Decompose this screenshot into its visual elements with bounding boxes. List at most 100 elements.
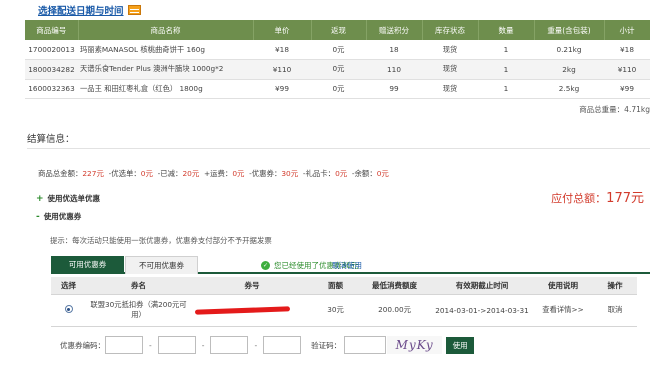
cell-sku: 1600032363 bbox=[25, 79, 78, 99]
cell-cashback: 0元 bbox=[311, 59, 366, 80]
col-min-spend: 最低消费额度 bbox=[358, 277, 431, 295]
check-circle-icon: ✓ bbox=[261, 261, 270, 270]
cut-value: 20元 bbox=[182, 169, 200, 178]
minus-icon[interactable]: - bbox=[36, 212, 40, 222]
coupon-value: 30元 bbox=[281, 169, 299, 178]
due-label: 应付总额： bbox=[551, 192, 607, 205]
giftcard-value: 0元 bbox=[335, 169, 348, 178]
delivery-date-link-text[interactable]: 选择配送日期与时间 bbox=[38, 3, 124, 17]
goods-label: 商品总金额： bbox=[38, 169, 83, 178]
cell-weight: 2kg bbox=[534, 59, 604, 80]
coupon-code-row: 优惠券编码： - - - 验证码： MyKy 使用 bbox=[60, 336, 475, 354]
separator-dash: - bbox=[254, 340, 258, 350]
col-expiry: 有效期截止时间 bbox=[431, 277, 533, 295]
cell-sku: 1700020013 bbox=[25, 40, 78, 60]
cell-name[interactable]: 天谱乐食Tender Plus 澳洲牛腩块 1000g*2 bbox=[78, 59, 253, 80]
balance-label: -余额： bbox=[351, 169, 377, 178]
tab-available-coupons[interactable]: 可用优惠券 bbox=[51, 256, 124, 274]
use-order-coupon-label[interactable]: 使用优选单优惠 bbox=[48, 193, 101, 204]
coupon-tabs: 可用优惠券 不可用优惠券 ✓ 您已经使用了优惠券30元 取消使用 bbox=[51, 256, 650, 274]
captcha-input[interactable] bbox=[344, 336, 387, 354]
coupon-select-cell bbox=[51, 294, 86, 327]
col-sku: 商品编号 bbox=[25, 20, 79, 40]
cell-name[interactable]: 一品王 和田红枣礼盒（红色） 1800g bbox=[78, 79, 253, 99]
cell-qty: 1 bbox=[478, 79, 534, 99]
cell-subtotal: ¥18 bbox=[604, 40, 650, 60]
coupon-name: 联盟30元抵扣券（满200元可用） bbox=[86, 294, 191, 327]
giftcard-label: -礼品卡： bbox=[302, 169, 336, 178]
coupon-code-field-4[interactable] bbox=[263, 336, 302, 354]
cell-sku: 1800034282 bbox=[25, 59, 78, 80]
coupon-code-field-3[interactable] bbox=[210, 336, 249, 354]
col-cashback: 返现 bbox=[311, 20, 367, 40]
col-select: 选择 bbox=[51, 277, 86, 295]
cell-stock: 现货 bbox=[422, 59, 478, 80]
cell-weight: 0.21kg bbox=[534, 40, 604, 60]
amount-due: 应付总额：177元 bbox=[551, 187, 644, 206]
goods-value: 227元 bbox=[82, 169, 104, 178]
col-coupon-number: 券号 bbox=[191, 277, 313, 295]
table-row: 1700020013 玛丽素MANASOL 核桃曲奇饼干 160g ¥18 0元… bbox=[25, 40, 650, 60]
discount-value: 0元 bbox=[140, 169, 153, 178]
shipping-value: 0元 bbox=[232, 169, 245, 178]
cell-stock: 现货 bbox=[422, 40, 478, 60]
coupon-cancel-link[interactable]: 取消 bbox=[593, 294, 637, 327]
cell-stock: 现货 bbox=[422, 79, 478, 99]
cut-label: -已减： bbox=[157, 169, 183, 178]
coupon-table: 选择 券名 券号 面额 最低消费额度 有效期截止时间 使用说明 操作 联盟30元… bbox=[51, 277, 637, 327]
coupon-hint: 提示：每次活动只能使用一张优惠券，优惠券支付部分不予开据发票 bbox=[50, 236, 272, 245]
cell-cashback: 0元 bbox=[311, 40, 366, 60]
amount-summary: 商品总金额：227元 -优选单：0元 -已减：20元 +运费：0元 -优惠券：3… bbox=[38, 168, 389, 179]
col-qty: 数量 bbox=[478, 20, 535, 40]
cart-table: 商品编号 商品名称 单价 返现 赠送积分 库存状态 数量 重量(含包装) 小计 … bbox=[25, 20, 650, 99]
use-coupon-label[interactable]: 使用优惠券 bbox=[44, 211, 82, 222]
coupon-row: 联盟30元抵扣券（满200元可用） 30元 200.00元 2014-03-01… bbox=[51, 294, 637, 327]
use-coupon-button[interactable]: 使用 bbox=[446, 336, 475, 354]
col-stock: 库存状态 bbox=[422, 20, 479, 40]
cell-subtotal: ¥110 bbox=[604, 59, 650, 80]
cart-header-row: 商品编号 商品名称 单价 返现 赠送积分 库存状态 数量 重量(含包装) 小计 bbox=[25, 20, 650, 40]
col-coupon-name: 券名 bbox=[86, 277, 191, 295]
col-subtotal: 小计 bbox=[604, 20, 650, 40]
coupon-code-label: 优惠券编码： bbox=[60, 340, 105, 350]
cell-qty: 1 bbox=[478, 59, 534, 80]
delivery-date-link[interactable]: 选择配送日期与时间 bbox=[38, 3, 141, 17]
coupon-code-field-1[interactable] bbox=[105, 336, 143, 354]
shipping-label: +运费： bbox=[203, 169, 233, 178]
due-value: 177元 bbox=[606, 191, 644, 206]
calendar-icon[interactable] bbox=[127, 5, 141, 15]
coupon-min-spend: 200.00元 bbox=[358, 294, 431, 327]
captcha-image[interactable]: MyKy bbox=[387, 336, 443, 354]
col-points: 赠送积分 bbox=[366, 20, 423, 40]
col-name: 商品名称 bbox=[78, 20, 254, 40]
coupon-radio[interactable] bbox=[64, 305, 73, 313]
tab-unavailable-coupons[interactable]: 不可用优惠券 bbox=[125, 256, 198, 274]
cell-qty: 1 bbox=[478, 40, 534, 60]
total-weight: 商品总重量：4.71kg bbox=[579, 105, 650, 114]
cell-price: ¥110 bbox=[253, 59, 311, 80]
col-face-value: 面额 bbox=[313, 277, 358, 295]
col-instructions: 使用说明 bbox=[533, 277, 593, 295]
cell-points: 18 bbox=[366, 40, 422, 60]
cell-weight: 2.5kg bbox=[534, 79, 604, 99]
use-coupon-toggle[interactable]: - 使用优惠券 bbox=[36, 211, 81, 222]
use-order-coupon-toggle[interactable]: + 使用优选单优惠 bbox=[36, 193, 100, 204]
coupon-label: -优惠券： bbox=[249, 169, 282, 178]
col-price: 单价 bbox=[253, 20, 312, 40]
cell-name[interactable]: 玛丽素MANASOL 核桃曲奇饼干 160g bbox=[78, 40, 253, 60]
col-action: 操作 bbox=[593, 277, 637, 295]
cell-cashback: 0元 bbox=[311, 79, 366, 99]
captcha-label: 验证码： bbox=[311, 340, 342, 350]
discount-label: -优选单： bbox=[108, 169, 141, 178]
separator-dash: - bbox=[149, 340, 152, 350]
cell-points: 110 bbox=[366, 59, 422, 80]
table-row: 1600032363 一品王 和田红枣礼盒（红色） 1800g ¥99 0元 9… bbox=[25, 79, 650, 99]
cancel-coupon-link[interactable]: 取消使用 bbox=[332, 260, 362, 271]
settle-title: 结算信息： bbox=[27, 134, 75, 145]
coupon-code-field-2[interactable] bbox=[157, 336, 196, 354]
plus-icon[interactable]: + bbox=[36, 194, 44, 204]
balance-value: 0元 bbox=[376, 169, 389, 178]
coupon-expiry: 2014-03-01->2014-03-31 bbox=[431, 294, 533, 327]
table-row: 1800034282 天谱乐食Tender Plus 澳洲牛腩块 1000g*2… bbox=[25, 59, 650, 80]
coupon-detail-link[interactable]: 查看详情>> bbox=[533, 294, 593, 327]
